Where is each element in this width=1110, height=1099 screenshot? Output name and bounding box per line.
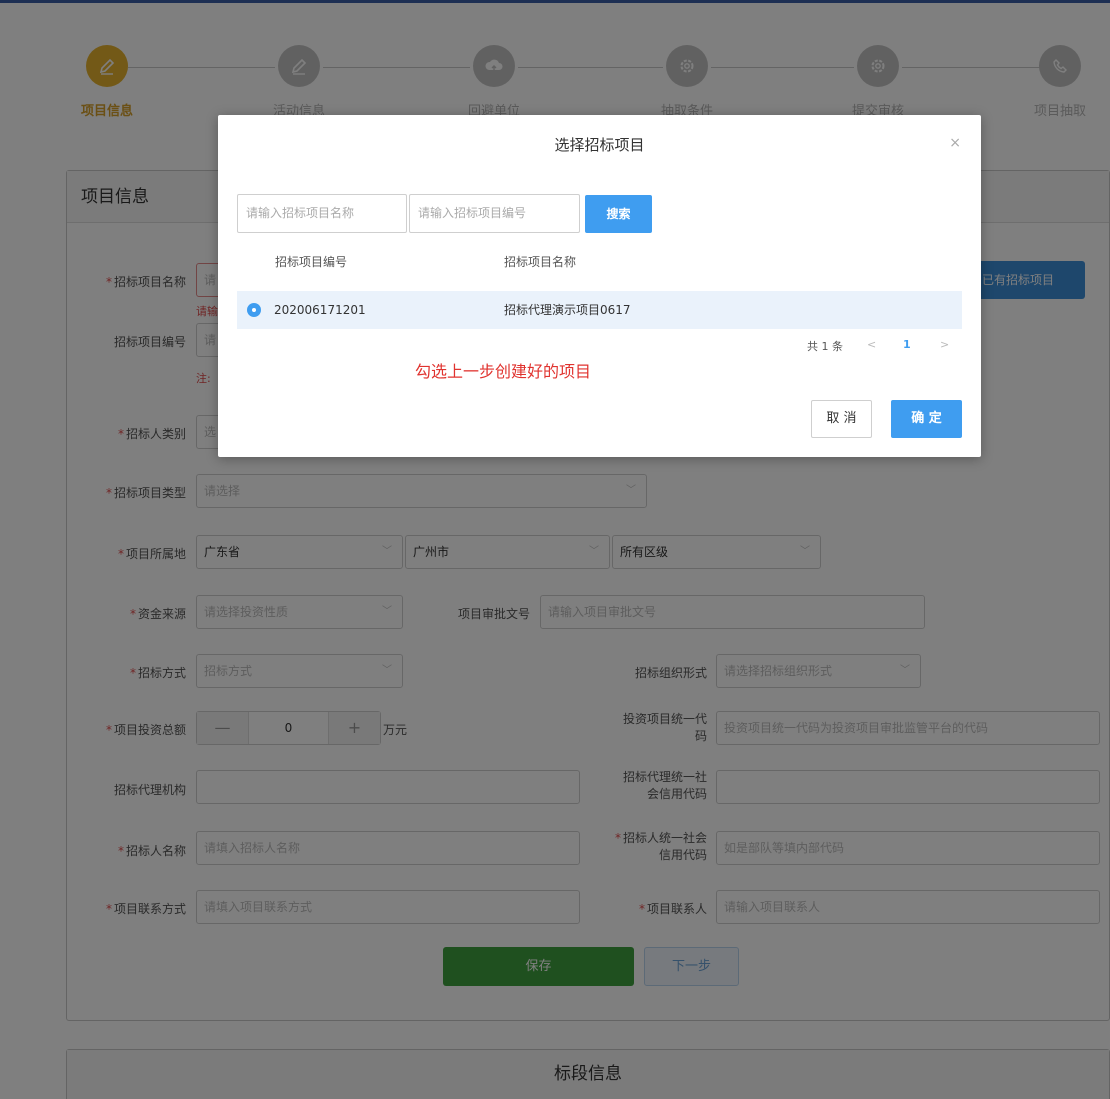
row-project-name: 招标代理演示项目0617 — [504, 303, 631, 317]
row-project-no: 202006171201 — [274, 303, 366, 317]
confirm-button[interactable]: 确 定 — [891, 400, 962, 438]
prev-page-button[interactable]: < — [867, 338, 876, 351]
column-header-project-no: 招标项目编号 — [275, 255, 348, 269]
pagination-total: 共 1 条 — [807, 340, 843, 353]
project-no-search-input[interactable]: 请输入招标项目编号 — [409, 194, 580, 233]
search-button[interactable]: 搜索 — [585, 195, 652, 233]
table-row[interactable]: 202006171201 招标代理演示项目0617 — [237, 291, 962, 329]
select-project-dialog: 选择招标项目 × 请输入招标项目名称 请输入招标项目编号 搜索 招标项目编号 招… — [218, 115, 981, 457]
project-name-search-input[interactable]: 请输入招标项目名称 — [237, 194, 407, 233]
column-header-project-name: 招标项目名称 — [504, 255, 577, 269]
cancel-button[interactable]: 取 消 — [811, 400, 872, 438]
page-number-button[interactable]: 1 — [903, 338, 911, 351]
radio-selected-icon[interactable] — [247, 303, 261, 317]
dialog-title: 选择招标项目 — [554, 136, 645, 154]
next-page-button[interactable]: > — [940, 338, 949, 351]
close-icon[interactable]: × — [949, 135, 961, 151]
hint-annotation: 勾选上一步创建好的项目 — [415, 362, 592, 381]
